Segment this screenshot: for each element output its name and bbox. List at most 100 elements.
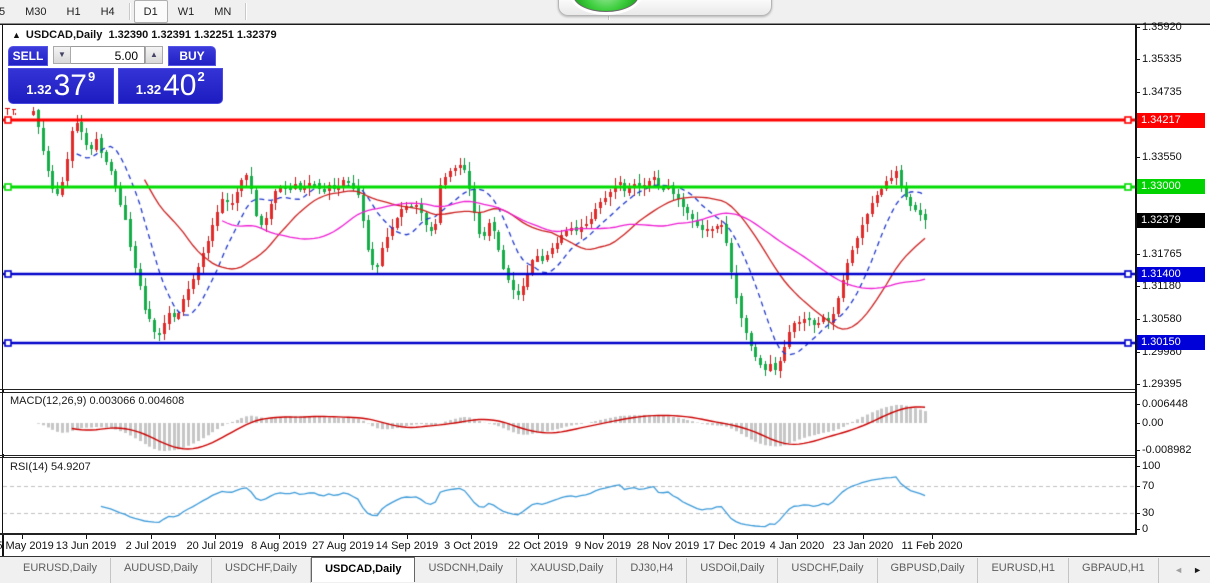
timeframe-button-mn[interactable]: MN — [204, 0, 241, 23]
date-axis-label: 2 Jul 2019 — [125, 540, 177, 552]
scale-tick — [1135, 27, 1140, 28]
mt4-terminal-window: 5 M30 H1 H4 D1 W1 MN ▲ USDCAD,Daily 1.32390 1.3… — [0, 0, 1210, 583]
scale-tick — [1135, 319, 1140, 320]
scale-tick — [1135, 92, 1140, 93]
price-scale-label: 1.30580 — [1142, 313, 1182, 326]
symbol-tab-usdcnh-daily[interactable]: USDCNH,Daily — [415, 558, 518, 583]
scale-tick — [1135, 384, 1140, 385]
date-axis-label: 27 Aug 2019 — [312, 540, 374, 552]
symbol-tab-xauusd-daily[interactable]: XAUUSD,Daily — [517, 558, 618, 583]
rsi-label: RSI(14) 54.9207 — [10, 461, 91, 473]
timeframe-button-w1[interactable]: W1 — [168, 0, 205, 23]
volume-input[interactable] — [71, 46, 145, 64]
collapse-panel-icon[interactable]: ▲ — [12, 30, 21, 40]
date-axis-tick — [343, 535, 344, 539]
volume-stepper: ▼ ▲ — [53, 46, 163, 66]
date-axis-label: 4 Jan 2020 — [769, 540, 825, 552]
scale-tick — [1135, 157, 1140, 158]
date-axis-label: 25 May 2019 — [0, 540, 54, 552]
pane-separator[interactable] — [0, 455, 1137, 456]
symbol-tab-gbpaud-h1[interactable]: GBPAUD,H1 — [1069, 558, 1159, 583]
macd-scale-label: -0.008982 — [1142, 444, 1192, 457]
price-scale-label: 1.33550 — [1142, 150, 1182, 163]
symbol-tab-eurusd-daily[interactable]: EURUSD,Daily — [10, 558, 111, 583]
date-axis-tick — [538, 535, 539, 539]
symbol-tab-bar: EURUSD,Daily AUDUSD,Daily USDCHF,Daily USDC… — [0, 557, 1210, 583]
rsi-scale-label: 100 — [1142, 459, 1161, 472]
pane-separator[interactable] — [0, 389, 1137, 390]
date-axis-tick — [407, 535, 408, 539]
date-axis-tick — [279, 535, 280, 539]
volume-decrease-button[interactable]: ▼ — [53, 46, 71, 64]
timeframe-button-h4[interactable]: H4 — [91, 0, 125, 23]
chart-bottom-border — [0, 533, 1137, 535]
scale-tick — [1135, 450, 1140, 451]
price-level-badge: 1.30150 — [1137, 335, 1205, 350]
symbol-tab-usdchf-daily[interactable]: USDCHF,Daily — [212, 558, 312, 583]
price-scale-label: 1.31180 — [1142, 280, 1181, 293]
bid-pip-digit: 9 — [87, 69, 96, 84]
symbol-tab-eurusd-h1[interactable]: EURUSD,H1 — [978, 558, 1070, 583]
date-axis-label: 9 Nov 2019 — [574, 540, 632, 552]
rsi-scale-label: 0 — [1142, 523, 1149, 535]
price-level-badge: 1.32379 — [1137, 213, 1205, 228]
price-level-badge: 1.33000 — [1137, 179, 1205, 194]
chevron-up-icon: ▲ — [150, 50, 158, 59]
symbol-tab-dj30-h4[interactable]: DJ30,H4 — [617, 558, 688, 583]
date-axis-tick — [932, 535, 933, 539]
symbol-tab-gbpusd-daily[interactable]: GBPUSD,Daily — [878, 558, 979, 583]
date-axis-tick — [22, 535, 23, 539]
date-axis-tick — [797, 535, 798, 539]
scale-tick — [1135, 352, 1140, 353]
rsi-indicator-pane[interactable] — [3, 458, 1135, 533]
chart-title: ▲ USDCAD,Daily 1.32390 1.32391 1.32251 1.… — [12, 29, 277, 41]
one-click-trading-panel: SELL ▼ ▲ BUY 1.32379 1.32402 — [8, 46, 223, 104]
scale-tick — [1135, 486, 1140, 487]
bid-prefix: 1.32 — [26, 82, 52, 97]
chart-title-symbol: USDCAD,Daily — [25, 29, 103, 41]
symbol-tab-usdcad-daily[interactable]: USDCAD,Daily — [311, 557, 416, 582]
date-axis-label: 14 Sep 2019 — [375, 540, 439, 552]
price-scale-label: 1.34735 — [1142, 85, 1182, 98]
rsi-scale-label: 30 — [1142, 507, 1155, 519]
timeframe-button-d1[interactable]: D1 — [133, 0, 168, 23]
scale-tick — [1135, 513, 1140, 514]
scale-tick — [1135, 529, 1140, 530]
date-axis-tick — [471, 535, 472, 539]
date-axis-label: 20 Jul 2019 — [186, 540, 244, 552]
date-axis-label: 13 Jun 2019 — [55, 540, 117, 552]
buy-button[interactable]: BUY — [168, 46, 216, 66]
rsi-scale-label: 70 — [1142, 480, 1155, 492]
date-axis-tick — [734, 535, 735, 539]
scale-tick — [1135, 404, 1140, 405]
ask-prefix: 1.32 — [135, 82, 162, 97]
date-axis-label: 11 Feb 2020 — [901, 540, 963, 552]
date-axis-label: 3 Oct 2019 — [444, 540, 498, 552]
status-pill[interactable] — [558, 0, 772, 16]
symbol-tab-usdchf-daily[interactable]: USDCHF,Daily — [778, 558, 878, 583]
date-axis-tick — [603, 535, 604, 539]
symbol-tab-audusd-daily[interactable]: AUDUSD,Daily — [111, 558, 212, 583]
symbol-tab-usdoil-daily[interactable]: USDOil,Daily — [687, 558, 779, 583]
date-axis-tick — [151, 535, 152, 539]
date-axis-tick — [668, 535, 669, 539]
sell-button[interactable]: SELL — [8, 46, 48, 66]
chevron-down-icon: ▼ — [58, 50, 66, 59]
ask-pip-digit: 2 — [197, 69, 205, 84]
timeframe-button-5[interactable]: 5 — [0, 0, 15, 23]
tab-scroll-right-icon[interactable]: ► — [1193, 565, 1202, 575]
price-scale-label: 1.35335 — [1142, 53, 1182, 66]
price-level-badge: 1.34217 — [1137, 113, 1205, 128]
price-scale-label: 1.29395 — [1142, 377, 1182, 390]
bid-price-display[interactable]: 1.32 37 9 — [8, 68, 114, 104]
toolbar-separator — [128, 3, 130, 20]
date-axis-label: 28 Nov 2019 — [636, 540, 700, 552]
tab-scroll-left-icon[interactable]: ◄ — [1174, 565, 1183, 575]
timeframe-button-m30[interactable]: M30 — [15, 0, 56, 23]
date-axis-label: 23 Jan 2020 — [832, 540, 894, 552]
volume-increase-button[interactable]: ▲ — [145, 46, 163, 64]
timeframe-button-h1[interactable]: H1 — [57, 0, 91, 23]
ask-price-display[interactable]: 1.32 40 2 — [117, 68, 223, 104]
macd-scale-label: 0.006448 — [1142, 397, 1188, 410]
chart-title-quotes: 1.32390 1.32391 1.32251 1.32379 — [108, 29, 277, 41]
